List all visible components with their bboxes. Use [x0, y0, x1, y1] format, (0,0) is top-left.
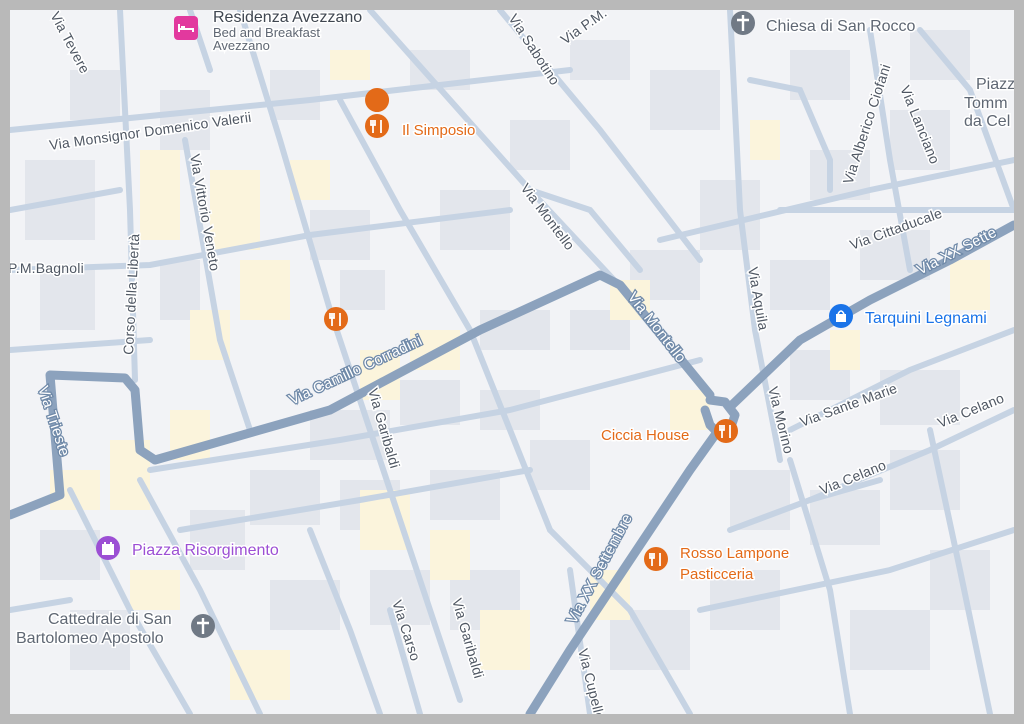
- fork-knife-icon: [365, 88, 390, 112]
- poi-sublabel: Bartolomeo Apostolo: [16, 630, 164, 647]
- poi-label: Chiesa di San Rocco: [766, 18, 916, 35]
- poi-restaurant-unlabeled[interactable]: [324, 307, 348, 331]
- fork-knife-icon: [644, 547, 668, 571]
- poi-label: Il Simposio: [402, 122, 475, 139]
- poi-label: Tarquini Legnami: [865, 310, 987, 327]
- poi-label: Residenza Avezzano: [213, 10, 362, 26]
- poi-label: Piazz: [976, 76, 1014, 93]
- poi-sublabel: da Cel: [964, 113, 1010, 130]
- poi-sublabel: Tomm: [964, 95, 1008, 112]
- map-canvas[interactable]: Via Monsignor Domenico Valerii Via Tever…: [10, 10, 1014, 714]
- fork-knife-icon: [714, 419, 738, 443]
- map-view[interactable]: Via Monsignor Domenico Valerii Via Tever…: [10, 10, 1014, 714]
- fork-knife-icon: [324, 307, 348, 331]
- street-label-p-m-bagnoli: P.M.Bagnoli: [10, 260, 84, 276]
- poi-label: Piazza Risorgimento: [132, 542, 279, 559]
- poi-label: Rosso Lampone: [680, 545, 789, 562]
- poi-label: Cattedrale di San: [48, 611, 172, 628]
- poi-sublabel: Avezzano: [213, 38, 270, 53]
- poi-sublabel: Pasticceria: [680, 566, 754, 583]
- poi-label: Ciccia House: [601, 427, 689, 444]
